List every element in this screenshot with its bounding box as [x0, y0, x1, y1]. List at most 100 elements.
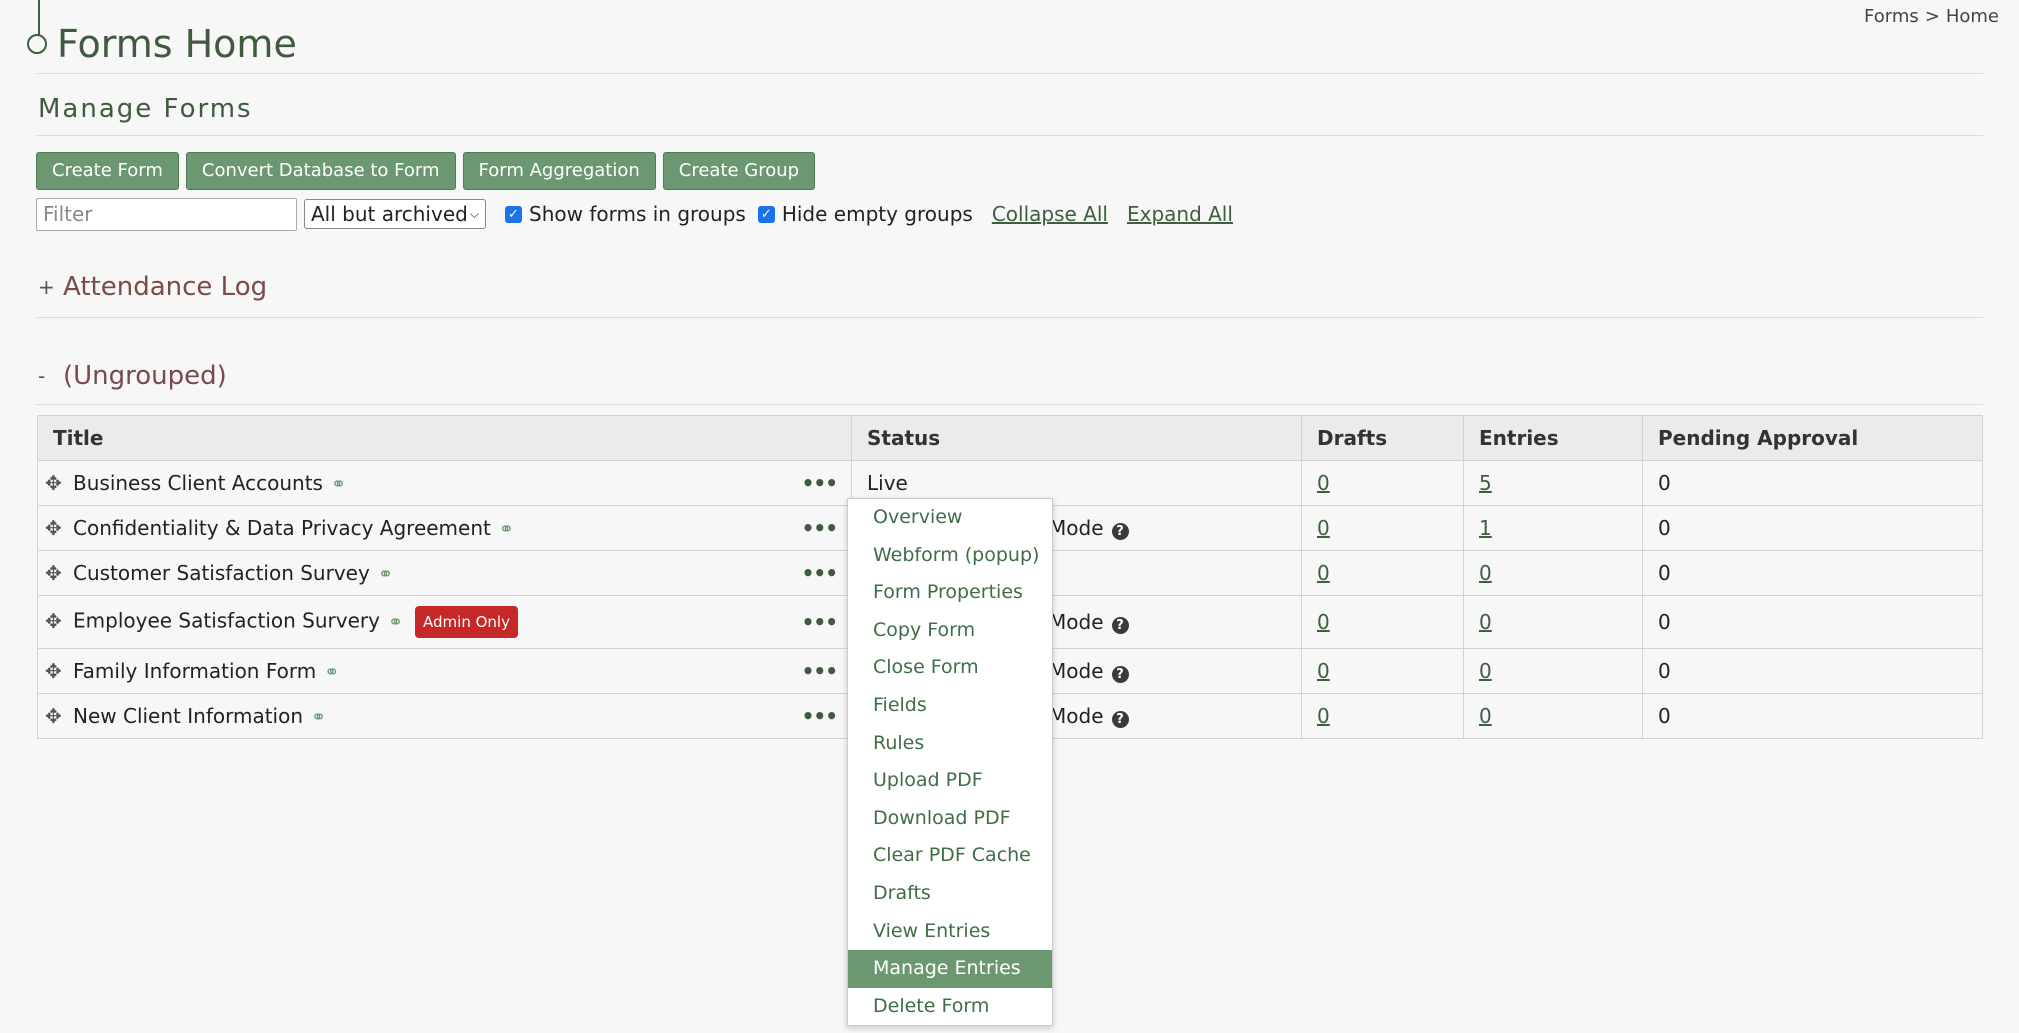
- collapse-toggle[interactable]: -: [38, 364, 63, 388]
- drafts-link[interactable]: 0: [1317, 471, 1330, 495]
- menu-item-download-pdf[interactable]: Download PDF: [848, 800, 1052, 838]
- collapse-all-link[interactable]: Collapse All: [992, 202, 1108, 226]
- entries-link[interactable]: 5: [1479, 471, 1492, 495]
- menu-item-copy-form[interactable]: Copy Form: [848, 612, 1052, 650]
- more-options-icon[interactable]: •••: [802, 704, 838, 728]
- drafts-link[interactable]: 0: [1317, 516, 1330, 540]
- entries-link[interactable]: 0: [1479, 561, 1492, 585]
- drafts-link[interactable]: 0: [1317, 610, 1330, 634]
- link-chain-icon[interactable]: ⚭: [388, 612, 403, 633]
- group-header-ungrouped[interactable]: - (Ungrouped): [38, 361, 227, 391]
- link-chain-icon[interactable]: ⚭: [331, 474, 346, 495]
- move-arrows-icon[interactable]: ✥: [45, 561, 65, 585]
- breadcrumb-home[interactable]: Home: [1946, 6, 1999, 27]
- column-header-title[interactable]: Title: [37, 415, 852, 461]
- help-circle-icon[interactable]: ?: [1111, 617, 1129, 634]
- group-name: (Ungrouped): [63, 361, 227, 391]
- expand-toggle[interactable]: +: [38, 275, 63, 299]
- status-text: Mode: [1049, 704, 1104, 728]
- timeline-circle: [27, 34, 47, 54]
- drafts-cell: 0: [1301, 550, 1464, 596]
- form-title[interactable]: Customer Satisfaction Survey: [73, 561, 370, 585]
- help-circle-icon[interactable]: ?: [1111, 666, 1129, 683]
- link-chain-icon[interactable]: ⚭: [311, 707, 326, 728]
- group-name: Attendance Log: [63, 272, 268, 302]
- archive-select[interactable]: All but archived ⌵: [304, 199, 486, 229]
- form-title[interactable]: New Client Information: [73, 704, 303, 728]
- menu-item-upload-pdf[interactable]: Upload PDF: [848, 762, 1052, 800]
- menu-item-webform-popup[interactable]: Webform (popup): [848, 537, 1052, 575]
- move-arrows-icon[interactable]: ✥: [45, 609, 65, 633]
- menu-item-close-form[interactable]: Close Form: [848, 649, 1052, 687]
- status-text: Mode: [1049, 659, 1104, 683]
- chevron-down-icon: ⌵: [469, 206, 479, 221]
- link-chain-icon[interactable]: ⚭: [324, 662, 339, 683]
- filter-input[interactable]: [36, 197, 297, 231]
- menu-item-fields[interactable]: Fields: [848, 687, 1052, 725]
- create-group-button[interactable]: Create Group: [662, 152, 816, 190]
- column-header-pending-approval[interactable]: Pending Approval: [1642, 415, 1983, 461]
- menu-item-clear-pdf-cache[interactable]: Clear PDF Cache: [848, 837, 1052, 875]
- title-cell: ✥ Customer Satisfaction Survey ⚭ •••: [37, 550, 852, 596]
- hide-empty-groups-checkbox[interactable]: ✓: [757, 205, 775, 223]
- divider: [36, 73, 1983, 74]
- form-title[interactable]: Employee Satisfaction Survery: [73, 609, 380, 633]
- drafts-link[interactable]: 0: [1317, 561, 1330, 585]
- move-arrows-icon[interactable]: ✥: [45, 471, 65, 495]
- more-options-icon[interactable]: •••: [802, 516, 838, 540]
- timeline-line: [38, 0, 40, 38]
- menu-item-rules[interactable]: Rules: [848, 725, 1052, 763]
- entries-link[interactable]: 1: [1479, 516, 1492, 540]
- entries-link[interactable]: 0: [1479, 704, 1492, 728]
- pending-cell: 0: [1642, 505, 1983, 551]
- pending-cell: 0: [1642, 648, 1983, 694]
- menu-item-manage-entries[interactable]: Manage Entries: [848, 950, 1052, 988]
- more-options-icon[interactable]: •••: [802, 659, 838, 683]
- admin-only-badge: Admin Only: [415, 606, 518, 638]
- drafts-link[interactable]: 0: [1317, 659, 1330, 683]
- link-chain-icon[interactable]: ⚭: [378, 564, 393, 585]
- page-title: Forms Home: [57, 22, 297, 66]
- table-header-row: Title Status Drafts Entries Pending Appr…: [37, 415, 1983, 461]
- more-options-icon[interactable]: •••: [802, 610, 838, 634]
- convert-database-button[interactable]: Convert Database to Form: [185, 152, 456, 190]
- title-cell: ✥ Confidentiality & Data Privacy Agreemen…: [37, 505, 852, 551]
- more-options-icon[interactable]: •••: [802, 471, 838, 495]
- entries-link[interactable]: 0: [1479, 659, 1492, 683]
- divider: [36, 404, 1983, 405]
- divider: [36, 135, 1983, 136]
- entries-cell: 0: [1463, 693, 1643, 739]
- link-chain-icon[interactable]: ⚭: [499, 519, 514, 540]
- menu-item-drafts[interactable]: Drafts: [848, 875, 1052, 913]
- move-arrows-icon[interactable]: ✥: [45, 516, 65, 540]
- move-arrows-icon[interactable]: ✥: [45, 704, 65, 728]
- expand-all-link[interactable]: Expand All: [1127, 202, 1233, 226]
- form-title[interactable]: Family Information Form: [73, 659, 316, 683]
- more-options-icon[interactable]: •••: [802, 561, 838, 585]
- menu-item-form-properties[interactable]: Form Properties: [848, 574, 1052, 612]
- form-title[interactable]: Confidentiality & Data Privacy Agreement: [73, 516, 491, 540]
- move-arrows-icon[interactable]: ✥: [45, 659, 65, 683]
- column-header-drafts[interactable]: Drafts: [1301, 415, 1464, 461]
- archive-select-value: All but archived: [311, 202, 468, 226]
- toolbar: Create Form Convert Database to Form For…: [36, 152, 816, 190]
- help-circle-icon[interactable]: ?: [1111, 711, 1129, 728]
- drafts-link[interactable]: 0: [1317, 704, 1330, 728]
- form-aggregation-button[interactable]: Form Aggregation: [462, 152, 656, 190]
- help-circle-icon[interactable]: ?: [1111, 523, 1129, 540]
- breadcrumb-forms[interactable]: Forms: [1864, 6, 1919, 27]
- group-header-attendance-log[interactable]: + Attendance Log: [38, 272, 267, 302]
- form-title[interactable]: Business Client Accounts: [73, 471, 323, 495]
- menu-item-view-entries[interactable]: View Entries: [848, 913, 1052, 951]
- menu-item-overview[interactable]: Overview: [848, 499, 1052, 537]
- entries-link[interactable]: 0: [1479, 610, 1492, 634]
- menu-item-delete-form[interactable]: Delete Form: [848, 988, 1052, 1026]
- drafts-cell: 0: [1301, 648, 1464, 694]
- column-header-status[interactable]: Status: [851, 415, 1302, 461]
- entries-cell: 0: [1463, 550, 1643, 596]
- create-form-button[interactable]: Create Form: [36, 152, 179, 190]
- show-in-groups-checkbox[interactable]: ✓: [505, 205, 522, 223]
- column-header-entries[interactable]: Entries: [1463, 415, 1643, 461]
- divider: [36, 317, 1983, 318]
- title-cell: ✥ Business Client Accounts ⚭ •••: [37, 460, 852, 506]
